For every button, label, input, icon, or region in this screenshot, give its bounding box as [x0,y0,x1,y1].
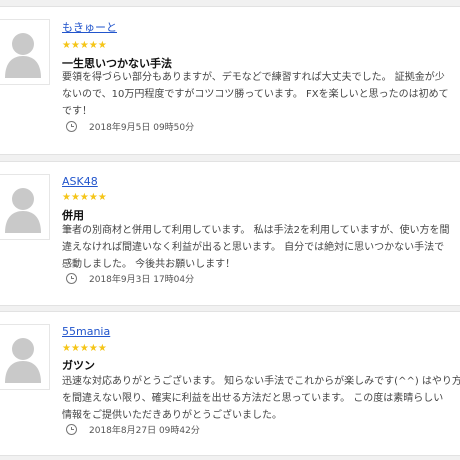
review-body-line: 要領を得づらい部分もありますが、デモなどで練習すれば大丈夫でした。 証拠金が少 [62,72,445,83]
review-body-line: 違えなければ間違いなく利益が出ると思います。 自分では絶対に思いつかない手法で [62,242,445,253]
author-link[interactable]: 55mania [62,325,110,338]
rating-stars: ★★★★★ [62,343,107,354]
review-body-line: 迅速な対応ありがとうございます。 知らない手法でこれからが楽しみです(^^) は… [62,376,460,387]
clock-icon [66,121,77,132]
review-date-text: 2018年9月5日 09時50分 [89,123,195,133]
review-body-line: 筆者の別商材と併用して利用しています。 私は手法2を利用していますが、使い方を間 [62,225,450,236]
review-title: 併用 [62,209,84,222]
review-card: 55mania ★★★★★ ガツン 迅速な対応ありがとうございます。 知らない手… [0,311,460,456]
review-title: ガツン [62,359,95,372]
review-date: 2018年9月3日 17時04分 [66,272,194,285]
rating-stars: ★★★★★ [62,40,107,51]
review-body-line: を間違えない限り、確実に利益を出せる方法だと思っています。 この度は素晴らしい [62,393,444,404]
clock-icon [66,424,77,435]
review-body: 迅速な対応ありがとうございます。 知らない手法でこれからが楽しみです(^^) は… [62,373,460,424]
review-date-text: 2018年9月3日 17時04分 [89,275,195,285]
review-body-line: ないので、10万円程度ですがコツコツ勝っています。 FXを楽しいと思ったのは初め… [62,89,449,100]
review-date: 2018年9月5日 09時50分 [66,120,194,133]
user-silhouette-icon [5,33,41,78]
review-body-line: です！ [62,106,92,117]
review-card: もきゅーと ★★★★★ 一生思いつかない手法 要領を得づらい部分もありますが、デ… [0,6,460,155]
author-link[interactable]: もきゅーと [62,19,117,35]
author-link[interactable]: ASK48 [62,175,98,188]
avatar [0,174,50,240]
review-date-text: 2018年8月27日 09時42分 [89,426,200,436]
avatar [0,324,50,390]
review-body-line: 情報をご提供いただきありがとうございました。 [62,410,282,421]
clock-icon [66,273,77,284]
user-silhouette-icon [5,188,41,233]
user-silhouette-icon [5,338,41,383]
review-date: 2018年8月27日 09時42分 [66,423,200,436]
rating-stars: ★★★★★ [62,192,107,203]
avatar [0,19,50,85]
review-card: ASK48 ★★★★★ 併用 筆者の別商材と併用して利用しています。 私は手法2… [0,161,460,306]
review-body-line: 感動しました。 今後共お願いします！ [62,259,236,270]
review-body: 要領を得づらい部分もありますが、デモなどで練習すれば大丈夫でした。 証拠金が少 … [62,69,460,120]
review-body: 筆者の別商材と併用して利用しています。 私は手法2を利用していますが、使い方を間… [62,222,460,273]
